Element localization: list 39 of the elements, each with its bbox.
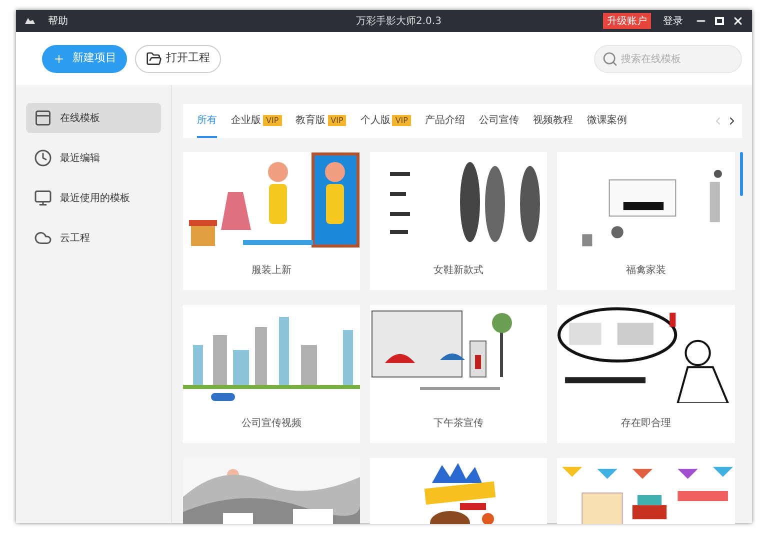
category-tab[interactable]: 教育版 VIP xyxy=(296,104,346,138)
plus-icon xyxy=(52,52,64,64)
category-tab[interactable]: 公司宣传 xyxy=(478,104,519,138)
template-icon xyxy=(34,109,52,127)
vip-badge: VIP xyxy=(392,114,411,126)
card-caption: 服装上新 xyxy=(252,264,292,278)
folder-icon xyxy=(146,50,162,66)
cloud-icon xyxy=(34,229,52,247)
sidebar-item[interactable]: 最近使用的模板 xyxy=(26,183,161,213)
category-tab[interactable]: 微课案例 xyxy=(586,104,627,138)
sidebar-item[interactable]: 在线模板 xyxy=(26,103,161,133)
template-card[interactable]: 服装上新 xyxy=(183,152,360,290)
category-tab[interactable]: 企业版 VIP xyxy=(231,104,282,138)
search-icon xyxy=(602,50,618,66)
card-caption: 公司宣传视频 xyxy=(242,416,302,430)
card-caption: 女鞋新款式 xyxy=(434,264,484,278)
card-caption: 存在即合理 xyxy=(621,416,671,430)
clock-icon xyxy=(34,149,52,167)
window-title: 万彩手影大师2.0.3 xyxy=(356,14,442,28)
login-button[interactable]: 登录 xyxy=(663,14,683,28)
card-caption: 福禽家装 xyxy=(626,264,666,278)
app-logo-icon xyxy=(24,17,36,25)
open-project-button[interactable]: 打开工程 xyxy=(135,44,221,72)
close-icon[interactable] xyxy=(732,15,744,27)
monitor-icon xyxy=(34,189,52,207)
vip-badge: VIP xyxy=(263,114,282,126)
category-tab[interactable]: 个人版 VIP xyxy=(360,104,411,138)
help-menu[interactable]: 帮助 xyxy=(48,14,68,28)
template-card[interactable]: 存在即合理 xyxy=(557,305,735,443)
sidebar-item[interactable]: 云工程 xyxy=(26,223,161,253)
scrollbar-thumb[interactable] xyxy=(740,152,743,196)
card-caption: 下午茶宣传 xyxy=(434,416,484,430)
search-field[interactable]: 搜索在线模板 xyxy=(594,45,742,73)
upgrade-button[interactable]: 升级账户 xyxy=(603,13,651,29)
category-tab[interactable]: 视频教程 xyxy=(532,104,573,138)
maximize-icon[interactable] xyxy=(715,17,724,25)
vip-badge: VIP xyxy=(328,114,346,126)
category-tab[interactable]: 产品介绍 xyxy=(424,104,465,138)
sidebar-item[interactable]: 最近编辑 xyxy=(26,143,161,173)
